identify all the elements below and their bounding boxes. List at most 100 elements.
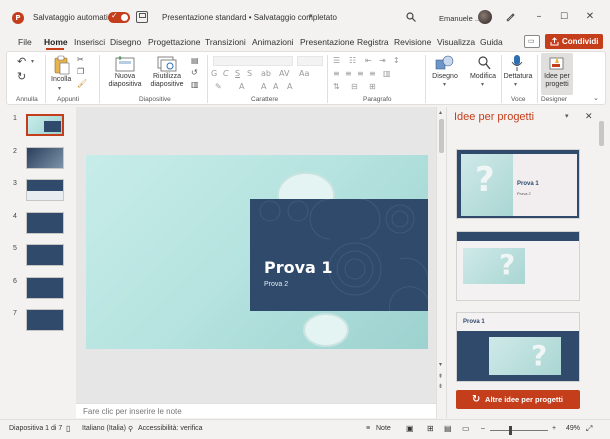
new-slide-label-1[interactable]: Nuova [105,73,145,81]
tab-registra[interactable]: Registra [357,37,389,47]
scroll-up-icon[interactable]: ▴ [439,109,442,116]
paste-icon[interactable] [53,55,71,75]
bullets-icon[interactable]: ☰ [333,56,340,65]
undo-dropdown-icon[interactable]: ▾ [31,58,34,65]
reuse-slides-label-1[interactable]: Riutilizza [145,73,189,81]
editor-scrollbar[interactable]: ▴ ▾ ⇞ ⇟ [436,107,446,418]
zoom-slider[interactable] [490,430,548,431]
shapes-icon[interactable] [435,55,455,71]
text-direction-icon[interactable]: ⇅ [333,82,340,91]
drawing-label[interactable]: Disegno [431,73,459,81]
scroll-thumb[interactable] [439,119,444,153]
comment-button[interactable]: ▭ [524,35,540,48]
save-icon[interactable] [136,11,148,23]
copy-icon[interactable]: ❐ [77,67,84,76]
tab-disegno[interactable]: Disegno [110,37,141,47]
highlight-icon[interactable]: ✎ [215,82,222,91]
slide-thumbnail[interactable] [26,244,64,266]
font-family-select[interactable] [213,56,293,66]
user-name[interactable]: Emanuele ... [439,14,481,23]
spelling-icon[interactable]: ▯ [66,424,70,433]
collapse-ribbon-icon[interactable]: ⌄ [593,94,599,102]
slide-thumbnail[interactable] [26,212,64,234]
zoom-slider-thumb[interactable] [509,426,512,435]
paste-label[interactable]: Incolla [51,76,71,84]
slide-sorter-icon[interactable]: ⊞ [427,424,434,433]
increase-indent-icon[interactable]: ⇥ [379,56,386,65]
columns-icon[interactable]: ▥ [383,69,391,78]
dictation-dropdown-icon[interactable]: ▾ [514,81,517,88]
edit-label[interactable]: Modifica [467,73,499,81]
font-size-select[interactable] [297,56,323,66]
reuse-slides-label-2[interactable]: diapositive [145,81,189,89]
align-left-icon[interactable]: ≡ [333,69,340,78]
previous-slide-icon[interactable]: ⇞ [438,373,443,380]
search-icon[interactable] [406,12,416,22]
notes-icon[interactable]: ≡ [366,425,370,432]
align-right-icon[interactable]: ≡ [357,69,364,78]
tab-file[interactable]: File [18,37,32,47]
design-idea-card[interactable]: ? Prova 1 Prova 2 [456,149,580,219]
zoom-out-icon[interactable]: – [481,425,485,432]
tab-inserisci[interactable]: Inserisci [74,37,105,47]
find-icon[interactable] [477,55,491,71]
tab-revisione[interactable]: Revisione [394,37,431,47]
reuse-slides-icon[interactable] [157,55,177,72]
slideshow-icon[interactable]: ▭ [462,424,470,433]
cut-icon[interactable]: ✂ [77,55,84,64]
strikethrough-icon[interactable]: S [247,69,252,78]
tab-animazioni[interactable]: Animazioni [252,37,294,47]
design-idea-card[interactable]: ? [456,231,580,301]
notes-toggle[interactable]: Note [376,425,391,432]
pane-options-icon[interactable]: ▾ [565,112,569,120]
justify-icon[interactable]: ≡ [369,69,376,78]
shrink-font-icon[interactable]: A [273,82,278,91]
design-idea-card[interactable]: Prova 1 ? [456,312,580,382]
drawing-dropdown-icon[interactable]: ▾ [443,81,446,88]
title-placeholder[interactable]: Prova 1 Prova 2 [250,199,428,311]
redo-icon[interactable]: ↻ [17,70,26,83]
paste-dropdown-icon[interactable]: ▾ [58,85,61,92]
numbering-icon[interactable]: ☷ [349,56,356,65]
autosave-toggle[interactable]: ✓ [108,11,130,23]
slide-thumbnail[interactable] [26,277,64,299]
share-button[interactable]: Condividi [545,34,603,49]
shadow-icon[interactable]: ab [261,69,271,78]
slide-thumbnail[interactable] [26,114,64,136]
decrease-indent-icon[interactable]: ⇤ [365,56,372,65]
slide-thumbnail[interactable] [26,147,64,169]
slide-thumbnail[interactable] [26,179,64,201]
maximize-icon[interactable]: ☐ [559,12,569,22]
title-chevron-down-icon[interactable]: ▾ [309,12,313,20]
scroll-down-icon[interactable]: ▾ [439,361,442,368]
font-color-icon[interactable]: A [239,82,244,91]
spacing-icon[interactable]: AV [279,69,289,78]
undo-icon[interactable]: ↶ [17,55,26,68]
minimize-icon[interactable]: – [534,12,544,22]
section-icon[interactable]: ▥ [191,80,199,89]
fit-to-window-icon[interactable]: ⤢ [586,424,592,434]
align-center-icon[interactable]: ≡ [345,69,352,78]
bold-icon[interactable]: G [211,69,217,78]
new-slide-label-2[interactable]: diapositiva [105,81,145,89]
microphone-icon[interactable] [511,54,523,72]
avatar[interactable] [478,10,492,24]
more-design-ideas-button[interactable]: ↻ Altre idee per progetti [456,390,580,409]
tab-home[interactable]: Home [44,37,68,47]
new-slide-icon[interactable] [115,55,135,72]
italic-icon[interactable]: C [223,69,229,78]
tab-transizioni[interactable]: Transizioni [205,37,246,47]
zoom-in-icon[interactable]: + [552,425,556,432]
designer-scroll-thumb[interactable] [599,121,604,146]
tab-presentazione[interactable]: Presentazione [300,37,354,47]
next-slide-icon[interactable]: ⇟ [438,383,443,390]
close-icon[interactable]: ✕ [585,12,595,22]
grow-font-icon[interactable]: A [261,82,266,91]
line-spacing-icon[interactable]: ↕ [393,56,400,65]
format-painter-icon[interactable]: 🖌 [77,79,87,88]
smartart-icon[interactable]: ⊞ [369,82,376,91]
layout-icon[interactable]: ▤ [191,56,199,65]
tab-visualizza[interactable]: Visualizza [437,37,475,47]
pen-icon[interactable] [505,12,515,22]
normal-view-icon[interactable]: ▣ [406,424,414,433]
